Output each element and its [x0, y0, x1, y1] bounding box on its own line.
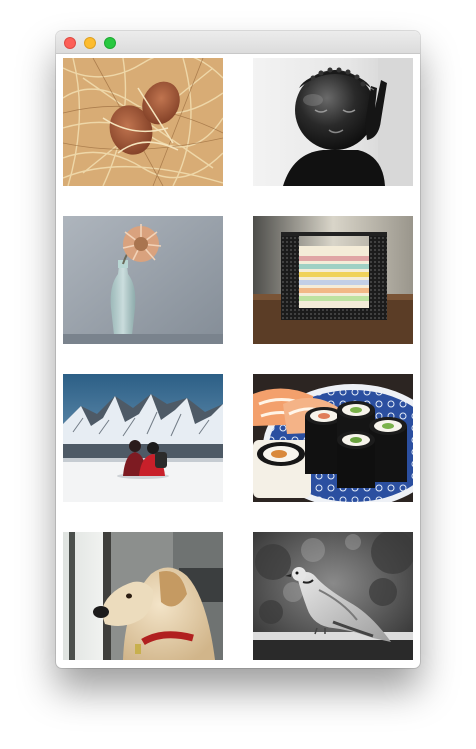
photo-sushi[interactable] — [253, 374, 413, 502]
photo-sticky-notes[interactable] — [253, 216, 413, 344]
title-bar — [56, 31, 420, 54]
photo-mountains-couple[interactable] — [63, 374, 223, 502]
app-window — [56, 31, 420, 668]
close-window-button[interactable] — [64, 37, 76, 49]
photo-eggs-in-nest[interactable] — [63, 58, 223, 186]
photo-flower-bottle[interactable] — [63, 216, 223, 344]
photo-dove-railing[interactable] — [253, 532, 413, 660]
photo-baby-statue[interactable] — [253, 58, 413, 186]
photo-dog-window[interactable] — [63, 532, 223, 660]
zoom-window-button[interactable] — [104, 37, 116, 49]
minimize-window-button[interactable] — [84, 37, 96, 49]
